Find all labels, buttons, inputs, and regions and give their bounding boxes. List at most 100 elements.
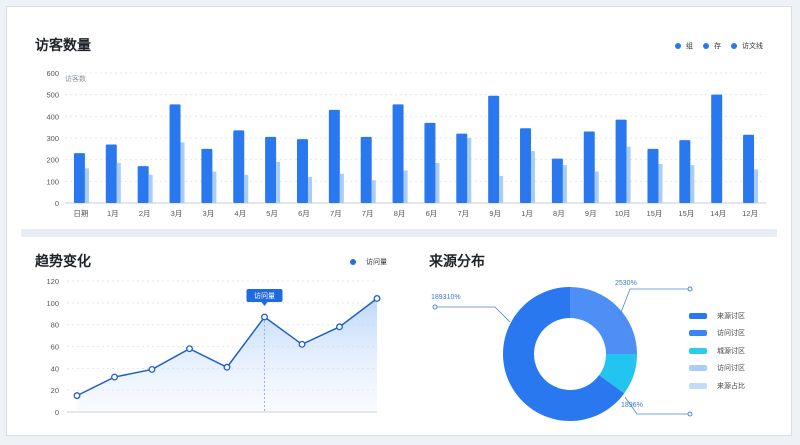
trend-point	[336, 323, 343, 331]
visitors-bar-chart: 访客数 0 100 200 300 400 500 600 日期 1月 2月 3月 3月 4月 5月 6月 7…	[46, 69, 766, 218]
bar-secondary	[339, 173, 344, 203]
legend-swatch-icon	[689, 330, 707, 337]
trend-point	[298, 340, 306, 348]
y-tick-label: 80	[51, 321, 59, 330]
visitors-ylabel: 访客数	[65, 74, 86, 83]
bar-primary	[711, 94, 723, 203]
x-tick-label: 1月	[521, 209, 533, 218]
bar-primary	[233, 130, 245, 203]
tooltip-pointer	[261, 302, 268, 307]
trend-point	[186, 345, 193, 353]
y-tick-label: 0	[55, 199, 59, 208]
trend-point	[373, 295, 381, 302]
y-tick-label: 200	[46, 156, 59, 165]
x-tick-label: 7月	[330, 209, 342, 218]
trend-point	[223, 363, 231, 371]
y-tick-label: 100	[46, 299, 59, 308]
trend-area	[77, 298, 377, 412]
bar-secondary	[690, 165, 695, 203]
bar-primary	[392, 104, 404, 203]
x-tick-label: 15月	[647, 209, 663, 218]
bar-secondary	[531, 151, 536, 203]
source-legend-item[interactable]: 来源讨区	[689, 307, 745, 325]
x-tick-label: 5月	[266, 209, 278, 218]
donut-annotation: 1896%	[621, 402, 643, 409]
x-tick-label: 8月	[394, 209, 406, 218]
bar-primary	[296, 139, 308, 203]
dashboard-frame: 访客数量 组 存 访文线 访客数 0 100 200 300 400 500 600 日期 1月…	[6, 6, 792, 436]
bar-secondary	[594, 171, 599, 203]
bar-secondary	[467, 138, 472, 203]
source-legend: 来源讨区 访问讨区 城源讨区 访问讨区 来源占比	[689, 307, 745, 395]
bar-primary	[137, 166, 149, 203]
x-tick-label: 4月	[234, 209, 246, 218]
legend-swatch-icon	[689, 365, 707, 372]
y-tick-label: 600	[46, 69, 59, 78]
bar-secondary	[244, 174, 249, 203]
x-tick-label: 12月	[742, 209, 758, 218]
bar-secondary	[626, 146, 631, 203]
x-tick-label: 6月	[426, 209, 438, 218]
bar-secondary	[499, 175, 504, 203]
leader-line	[435, 306, 511, 323]
bar-primary	[169, 104, 181, 203]
x-tick-label: 8月	[553, 209, 565, 218]
x-tick-label: 2月	[139, 209, 151, 218]
trend-point	[148, 365, 156, 373]
bar-primary	[73, 153, 85, 203]
bar-secondary	[148, 174, 153, 203]
x-tick-label: 7月	[362, 209, 374, 218]
divider	[21, 229, 777, 237]
bar-primary	[488, 95, 500, 203]
trend-card: 趋势变化 访问量 0 20 40 60 80 100 120 访问量	[21, 237, 405, 427]
y-tick-label: 60	[51, 343, 59, 352]
bar-secondary	[276, 161, 281, 203]
leader-dot	[687, 286, 693, 292]
bar-primary	[201, 148, 213, 203]
source-legend-item[interactable]: 访问讨区	[689, 325, 745, 343]
trend-point	[73, 392, 81, 400]
x-tick-label: 7月	[457, 209, 469, 218]
bar-primary	[105, 144, 117, 203]
bar-secondary	[658, 164, 663, 203]
legend-swatch-icon	[689, 347, 707, 354]
tooltip-label: 访问量	[254, 291, 275, 300]
x-tick-label: 10月	[615, 209, 631, 218]
x-tick-label: 3月	[203, 209, 215, 218]
leader-dot	[432, 304, 438, 310]
bar-primary	[551, 158, 563, 203]
y-tick-label: 0	[55, 408, 59, 417]
y-tick-label: 400	[46, 112, 59, 121]
bar-primary	[647, 148, 659, 203]
bar-primary	[456, 133, 468, 203]
source-card: 来源分布 2530% 1896% 189310% 来源讨区 访问讨区 城源讨区 …	[415, 237, 777, 427]
y-tick-label: 500	[46, 91, 59, 100]
y-tick-label: 20	[51, 386, 59, 395]
y-tick-label: 300	[46, 134, 59, 143]
bar-primary	[743, 134, 755, 203]
bar-secondary	[562, 165, 567, 203]
trend-line-chart: 0 20 40 60 80 100 120 访问量	[46, 277, 381, 417]
source-legend-item[interactable]: 城源讨区	[689, 342, 745, 360]
bar-primary	[615, 119, 627, 203]
bar-primary	[328, 109, 340, 203]
x-tick-label: 1月	[107, 209, 119, 218]
donut-annotation: 2530%	[615, 280, 637, 287]
bar-primary	[520, 128, 532, 203]
bar-secondary	[403, 170, 408, 203]
bar-secondary	[754, 169, 759, 203]
bar-primary	[424, 122, 436, 203]
y-tick-label: 100	[46, 177, 59, 186]
x-tick-label: 14月	[710, 209, 726, 218]
leader-dot	[687, 411, 693, 417]
bar-secondary	[307, 177, 312, 203]
visitors-card: 访客数量 组 存 访文线 访客数 0 100 200 300 400 500 600 日期 1月…	[21, 21, 777, 229]
leader-line	[619, 288, 690, 316]
donut-annotation: 189310%	[431, 294, 461, 301]
source-legend-item[interactable]: 访问讨区	[689, 360, 745, 378]
bar-secondary	[84, 168, 89, 203]
bar-secondary	[435, 162, 440, 203]
bar-secondary	[371, 180, 376, 203]
source-legend-item[interactable]: 来源占比	[689, 377, 745, 395]
bar-primary	[679, 140, 691, 203]
